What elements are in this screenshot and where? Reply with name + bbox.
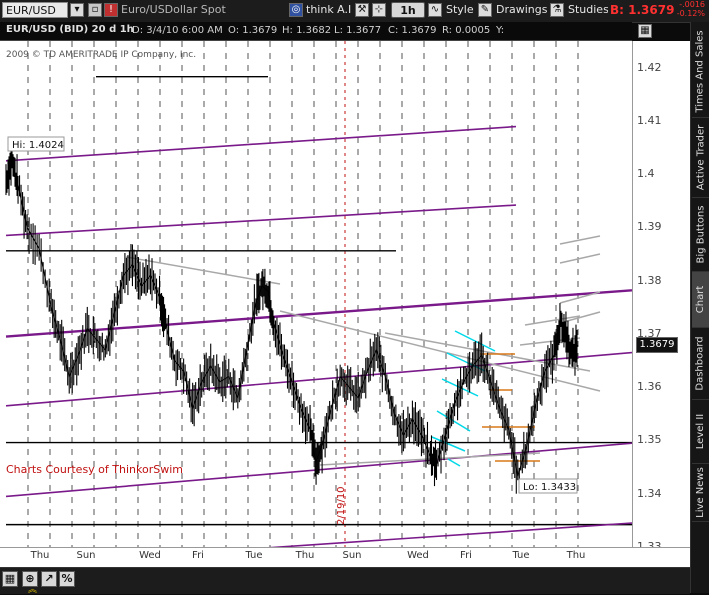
low-readout: L: 1.3677: [334, 25, 382, 36]
open-readout: O: 1.3679: [228, 25, 278, 36]
sidebar-tab-times-and-sales[interactable]: Times And Sales: [692, 26, 709, 118]
price-axis[interactable]: 1.3679 1.42 1.41 1.4 1.39 1.38 1.37 1.36 1.35 1.…: [632, 41, 691, 553]
range-readout: R: 0.0005: [442, 25, 491, 36]
channel-line-middle: [5, 289, 632, 338]
fib-drawing-line: [431, 436, 466, 452]
style-icon[interactable]: ∿: [428, 3, 442, 17]
think-ai-button[interactable]: think A.I.: [306, 2, 352, 18]
sidebar-tab-active-trader[interactable]: Active Trader: [692, 118, 709, 198]
sidebar-tab-label: Times And Sales: [695, 30, 706, 113]
alert-flag-icon[interactable]: !: [104, 3, 118, 17]
price-tick-label: 1.37: [637, 326, 662, 340]
bid-value: 1.3679: [628, 3, 675, 17]
channel-line-bottom: [268, 522, 632, 547]
price-tick-label: 1.39: [637, 220, 662, 234]
bid-quote: B: 1.3679: [610, 2, 674, 18]
change-value: -.0016: [679, 0, 705, 9]
fib-drawing-line: [441, 378, 479, 397]
price-tick-label: 1.42: [637, 60, 662, 74]
style-menu[interactable]: Style: [446, 2, 476, 18]
change-percent: -0.12%: [676, 9, 705, 18]
time-tick-label: Tue: [245, 550, 263, 561]
time-tick-label: Thu: [566, 550, 586, 561]
percent-scale-icon[interactable]: %: [59, 571, 75, 587]
lo-label: Lo: 1.3433: [523, 482, 576, 493]
crosshair-icon[interactable]: ⊹: [372, 3, 386, 17]
channel-line-upper-mid: [5, 204, 517, 237]
studies-icon[interactable]: ⚗: [550, 3, 564, 17]
chart-header: EUR/USD (BID) 20 d 1h D: 3/4/10 6:00 AM …: [0, 22, 652, 41]
time-tick-label: Thu: [295, 550, 315, 561]
drawings-icon[interactable]: ✎: [478, 3, 492, 17]
y-readout: Y:: [496, 25, 505, 36]
wrench-icon[interactable]: ⚒: [355, 3, 369, 17]
sidebar-tab-label: Chart: [695, 285, 707, 314]
channel-line-upper: [5, 125, 517, 162]
right-sidebar: Times And Sales Active Trader Big Buttons C…: [690, 22, 709, 593]
time-tick-label: Fri: [460, 550, 472, 561]
trend-drawing-line: [559, 253, 601, 264]
fib-drawing-line: [447, 458, 461, 467]
price-tick-label: 1.41: [637, 113, 662, 127]
time-tick-label: Thu: [30, 550, 50, 561]
think-ai-icon[interactable]: ◎: [289, 3, 303, 17]
sidebar-tab-dashboard[interactable]: Dashboard: [692, 328, 709, 400]
sidebar-tab-label: Big Buttons: [695, 205, 706, 264]
close-readout: C: 1.3679: [388, 25, 437, 36]
time-tick-label: Fri: [192, 550, 204, 561]
sidebar-tab-label: Level II: [695, 413, 707, 450]
drawings-menu[interactable]: Drawings: [496, 2, 548, 18]
time-tick-label: Wed: [139, 550, 161, 561]
date-marker-label: 2/19/10: [336, 486, 347, 525]
trend-drawing-line: [559, 235, 601, 245]
time-tick-label: Wed: [407, 550, 429, 561]
change-readout: -.0016 -0.12%: [677, 0, 705, 18]
chart-settings-icon[interactable]: ▦: [638, 24, 652, 38]
hi-label: Hi: 1.4024: [12, 140, 64, 151]
studies-menu[interactable]: Studies: [568, 2, 608, 18]
time-axis[interactable]: Thu Sun Wed Fri Tue Thu Sun Wed Fri Tue Thu: [0, 547, 690, 568]
symbol-lookup-icon[interactable]: ▾: [70, 3, 84, 17]
price-tick-label: 1.36: [637, 380, 662, 394]
grid-layout-icon[interactable]: ▦: [2, 571, 18, 587]
sidebar-tab-level-ii[interactable]: Level II: [692, 400, 709, 464]
sidebar-tab-label: Active Trader: [695, 124, 707, 191]
price-chart[interactable]: 2009 © TD AMERITRADE IP Company, Inc. Ch…: [0, 41, 632, 547]
copyright-text: 2009 © TD AMERITRADE IP Company, Inc.: [6, 50, 196, 60]
bid-label: B:: [610, 3, 624, 17]
sidebar-tab-chart[interactable]: Chart: [692, 272, 709, 328]
symbol-input[interactable]: EUR/USD: [2, 2, 68, 18]
price-tick-label: 1.34: [637, 486, 662, 500]
sidebar-tab-label: Dashboard: [695, 336, 707, 391]
time-tick-label: Tue: [512, 550, 530, 561]
high-readout: H: 1.3682: [282, 25, 332, 36]
price-tick-label: 1.35: [637, 433, 662, 447]
sidebar-tab-live-news[interactable]: Live News: [692, 464, 709, 522]
sidebar-tab-big-buttons[interactable]: Big Buttons: [692, 198, 709, 272]
plot-area[interactable]: 2009 © TD AMERITRADE IP Company, Inc. Ch…: [0, 41, 632, 547]
time-tick-label: Sun: [76, 550, 96, 561]
symbol-description: Euro/USDollar Spot: [121, 3, 226, 16]
bottom-toolbar: ▦ ⊕ ↗ % ︽: [0, 567, 690, 595]
sidebar-tab-label: Live News: [695, 467, 706, 518]
time-tick-label: Sun: [342, 550, 362, 561]
price-tick-label: 1.38: [637, 273, 662, 287]
date-readout: D: 3/4/10 6:00 AM: [132, 25, 223, 36]
link-icon[interactable]: ▫: [88, 3, 102, 17]
interval-selector[interactable]: 1h: [391, 2, 425, 18]
watermark-text: Charts Courtesy of ThinkorSwim: [6, 463, 183, 476]
drawing-tool-icon[interactable]: ↗: [41, 571, 57, 587]
top-toolbar: EUR/USD ▾ ▫ ! Euro/USDollar Spot ◎ think…: [0, 0, 709, 23]
fib-drawing-line: [454, 330, 496, 352]
channel-line-lower-mid: [5, 351, 632, 407]
chart-title: EUR/USD (BID) 20 d 1h: [6, 24, 134, 35]
price-tick-label: 1.4: [637, 167, 655, 181]
